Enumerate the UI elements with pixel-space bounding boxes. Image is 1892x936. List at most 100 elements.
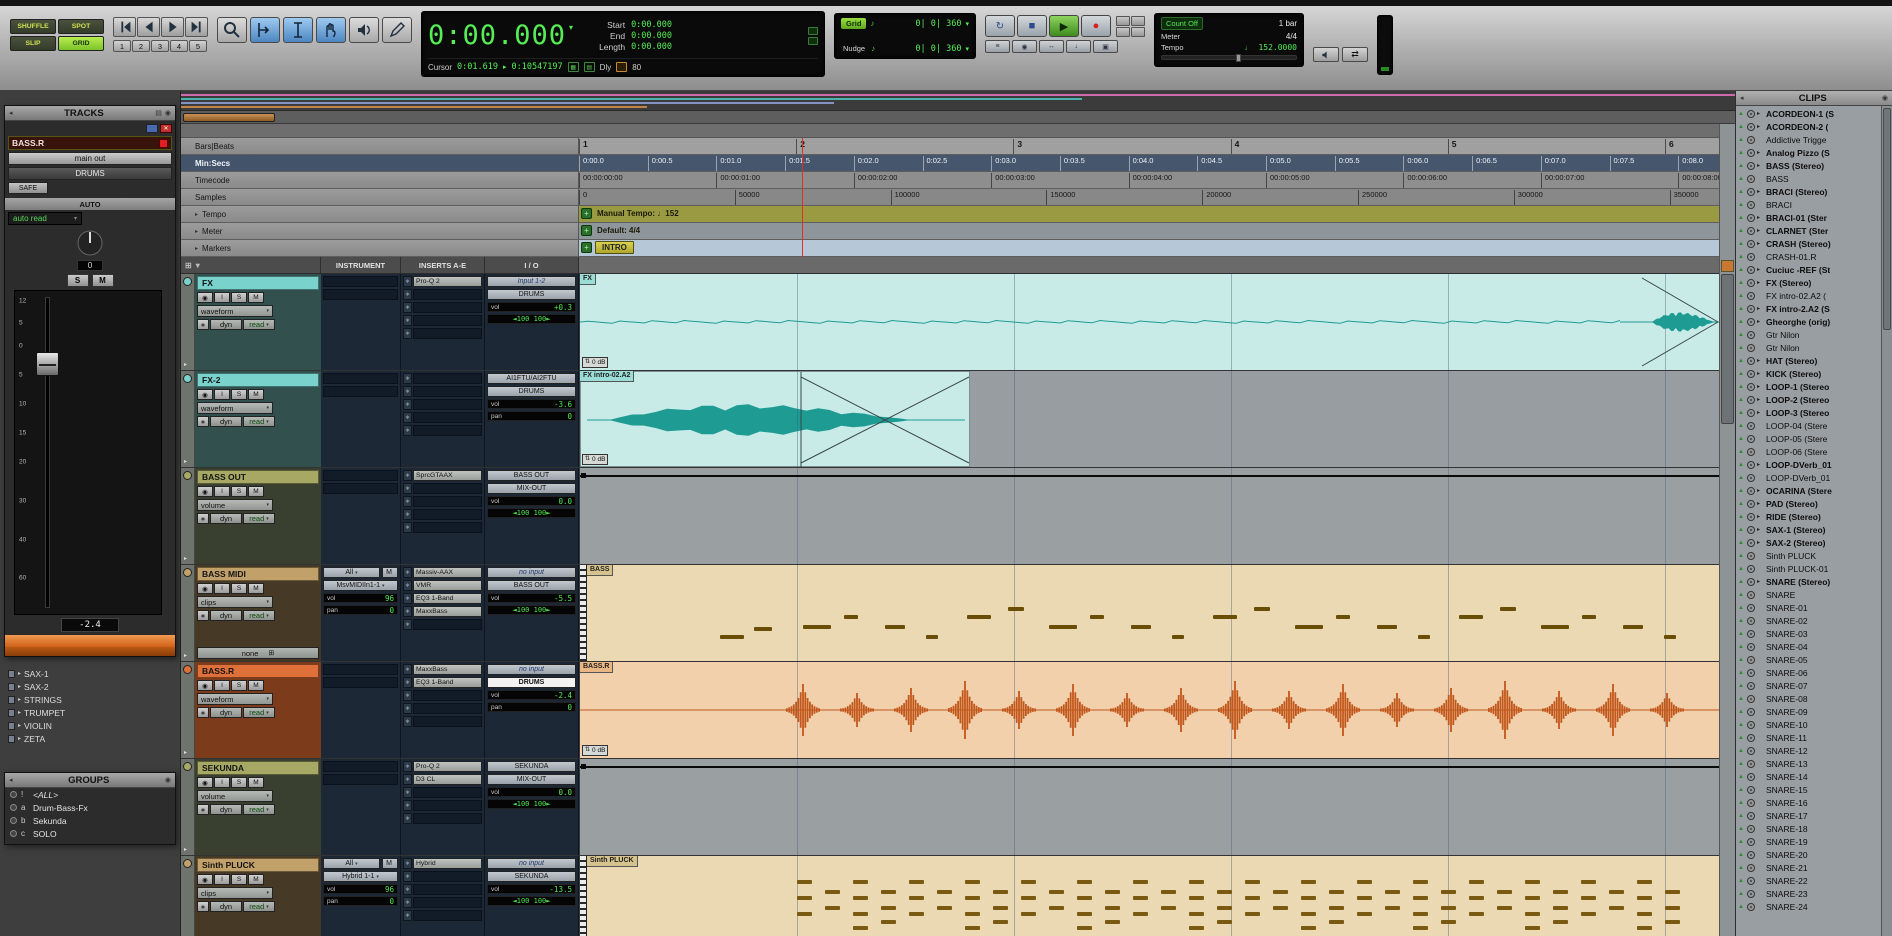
sidebar-track-item-trumpet[interactable]: ▸ TRUMPET [2, 706, 178, 719]
record-arm-button[interactable]: ◉ [197, 389, 213, 400]
volume-fader[interactable]: 12 5 0 5 10 15 20 30 40 60 [14, 290, 162, 615]
output-assign-button[interactable]: DRUMS [487, 677, 576, 688]
solo-button[interactable]: S [231, 777, 247, 788]
track-name[interactable]: BASS.R [197, 664, 319, 678]
group-item--all-[interactable]: ! <ALL> [5, 788, 175, 801]
expand-icon[interactable]: ▸ [1757, 214, 1764, 221]
track-name[interactable]: BASS MIDI [197, 567, 319, 581]
zoom-tool-button[interactable] [217, 17, 247, 43]
track-color-tab[interactable]: ▸ [181, 274, 195, 370]
ruler-lane-bars[interactable]: 1 2 3 4 5 6 [579, 138, 1719, 154]
insert-plugin-button[interactable]: VMR [413, 580, 482, 591]
expand-icon[interactable]: ▸ [1757, 240, 1764, 247]
expand-icon[interactable]: ▸ [1757, 513, 1764, 520]
input-assign-button[interactable]: AI1FTU/AI2FTU [487, 373, 576, 384]
clip-list-item[interactable]: ▲ ▸ Analog Pizzo (S [1737, 146, 1880, 159]
sidebar-track-item-sax-1[interactable]: ▸ SAX-1 [2, 667, 178, 680]
monitor-speaker-button[interactable] [1313, 47, 1339, 62]
elastic-audio-icon[interactable]: ∗ [197, 804, 209, 815]
trim-tool-button[interactable] [250, 17, 280, 43]
ruler-lane-minsecs[interactable]: 0:00.0 0:00.5 0:01.0 0:01.5 0:02.0 0:02.5 0:03… [579, 155, 1719, 171]
clip-list-item[interactable]: ▲ SNARE-08 [1737, 692, 1880, 705]
clip-list-item[interactable]: ▲ SNARE-15 [1737, 783, 1880, 796]
chevron-down-icon[interactable]: ▾ [965, 45, 969, 53]
output-assign-button[interactable]: SEKUNDA [487, 871, 576, 882]
clip-list-item[interactable]: ▲ ▸ ACORDEON-1 (S [1737, 107, 1880, 120]
delay-comp-indicator[interactable] [616, 62, 628, 72]
group-item-drum-bass-fx[interactable]: a Drum-Bass-Fx [5, 801, 175, 814]
expand-icon[interactable]: ▸ [18, 709, 21, 716]
horizontal-scroll-thumb[interactable] [183, 113, 275, 122]
mute-button[interactable]: M [248, 777, 264, 788]
solo-button[interactable]: S [66, 274, 89, 287]
dyn-button[interactable]: dyn [210, 513, 242, 524]
volume-automation-line[interactable] [580, 766, 1719, 768]
chevron-down-icon[interactable]: ▾ [965, 20, 969, 28]
list-icon[interactable]: ▤ [155, 109, 162, 117]
edit-mode-spot[interactable]: SPOT [58, 19, 104, 34]
expand-icon[interactable]: ▸ [1757, 500, 1764, 507]
counter-field-value[interactable]: 0:00.000 [631, 42, 672, 52]
collapse-icon[interactable]: ◂ [1740, 94, 1744, 102]
track-view-selector[interactable]: volume [197, 499, 273, 511]
clip-list-item[interactable]: ▲ ▸ BRACI (Stereo) [1737, 185, 1880, 198]
clip-list-item[interactable]: ▲ SNARE [1737, 588, 1880, 601]
insert-bypass-icon[interactable]: ∗ [403, 664, 412, 675]
clip-list-item[interactable]: ▲ BRACI [1737, 198, 1880, 211]
midi-merge-button[interactable]: ↔ [1039, 40, 1064, 53]
automation-mode-button[interactable]: read [243, 707, 275, 718]
output-assign-button[interactable]: MIX-OUT [487, 483, 576, 494]
collapse-icon[interactable]: ◂ [9, 776, 13, 784]
record-arm-button[interactable]: ◉ [197, 292, 213, 303]
track-view-selector[interactable]: volume [197, 790, 273, 802]
track-expand-icon[interactable]: ▸ [184, 846, 187, 853]
solo-button[interactable]: S [231, 389, 247, 400]
mute-button[interactable]: M [248, 583, 264, 594]
tempo-value[interactable]: 152.0000 [1258, 43, 1297, 52]
insert-bypass-icon[interactable]: ∗ [403, 606, 412, 617]
input-monitor-button[interactable]: I [214, 583, 230, 594]
input-monitor-button[interactable]: I [214, 777, 230, 788]
clip-list-item[interactable]: ▲ ▸ BRACI-01 (Ster [1737, 211, 1880, 224]
insert-plugin-button[interactable]: MaxxBass [413, 606, 482, 617]
automation-mode-button[interactable]: read [243, 416, 275, 427]
ruler-lane-timecode[interactable]: 00:00:00:00 00:00:01:00 00:00:02:00 00:00:0… [579, 172, 1719, 188]
collapse-icon[interactable]: ◂ [9, 109, 13, 117]
clip-list-item[interactable]: ▲ LOOP-DVerb_01 [1737, 471, 1880, 484]
elastic-audio-icon[interactable]: ∗ [197, 707, 209, 718]
expand-icon[interactable]: ▸ [1757, 149, 1764, 156]
track-view-selector[interactable]: waveform [197, 402, 273, 414]
insert-bypass-icon[interactable]: ∗ [403, 593, 412, 604]
expand-icon[interactable]: ▸ [195, 228, 198, 235]
zoom-preset-4[interactable]: 4 [170, 40, 188, 52]
clip-list-item[interactable]: ▲ ▸ OCARINA (Stere [1737, 484, 1880, 497]
track-expand-icon[interactable]: ▸ [184, 749, 187, 756]
clip-list-item[interactable]: ▲ SNARE-22 [1737, 874, 1880, 887]
track-name[interactable]: Sinth PLUCK [197, 858, 319, 872]
clip-list-item[interactable]: ▲ ▸ ACORDEON-2 ( [1737, 120, 1880, 133]
pan-knob[interactable] [75, 228, 105, 258]
mute-button[interactable]: M [248, 486, 264, 497]
clip-list-item[interactable]: ▲ ▸ LOOP-DVerb_01 [1737, 458, 1880, 471]
group-item-solo[interactable]: c SOLO [5, 827, 175, 840]
clip-list-item[interactable]: ▲ SNARE-14 [1737, 770, 1880, 783]
track-name[interactable]: FX [197, 276, 319, 290]
clip-list-item[interactable]: ▲ ▸ RIDE (Stereo) [1737, 510, 1880, 523]
output-assign-button[interactable]: BASS OUT [487, 580, 576, 591]
expand-icon[interactable]: ▸ [18, 722, 21, 729]
record-arm-button[interactable]: ◉ [197, 777, 213, 788]
clip-list-item[interactable]: ▲ ▸ LOOP-3 (Stereo [1737, 406, 1880, 419]
insert-bypass-icon[interactable]: ∗ [403, 567, 412, 578]
clip-list-item[interactable]: ▲ LOOP-06 (Stere [1737, 445, 1880, 458]
zoom-fwd-icon[interactable] [161, 17, 184, 37]
clip-list-item[interactable]: ▲ SNARE-10 [1737, 718, 1880, 731]
clip-gain-badge[interactable]: ⇅ 0 dB [582, 745, 609, 756]
clip-list-item[interactable]: ▲ ▸ KICK (Stereo) [1737, 367, 1880, 380]
clip-list-item[interactable]: ▲ SNARE-05 [1737, 653, 1880, 666]
solo-button[interactable]: S [231, 680, 247, 691]
add-meter-button[interactable]: + [581, 225, 592, 236]
clip-list-item[interactable]: ▲ SNARE-24 [1737, 900, 1880, 913]
clip-list-item[interactable]: ▲ ▸ HAT (Stereo) [1737, 354, 1880, 367]
fader-handle[interactable] [36, 352, 59, 377]
counter-field-value[interactable]: 0:00.000 [631, 20, 672, 30]
